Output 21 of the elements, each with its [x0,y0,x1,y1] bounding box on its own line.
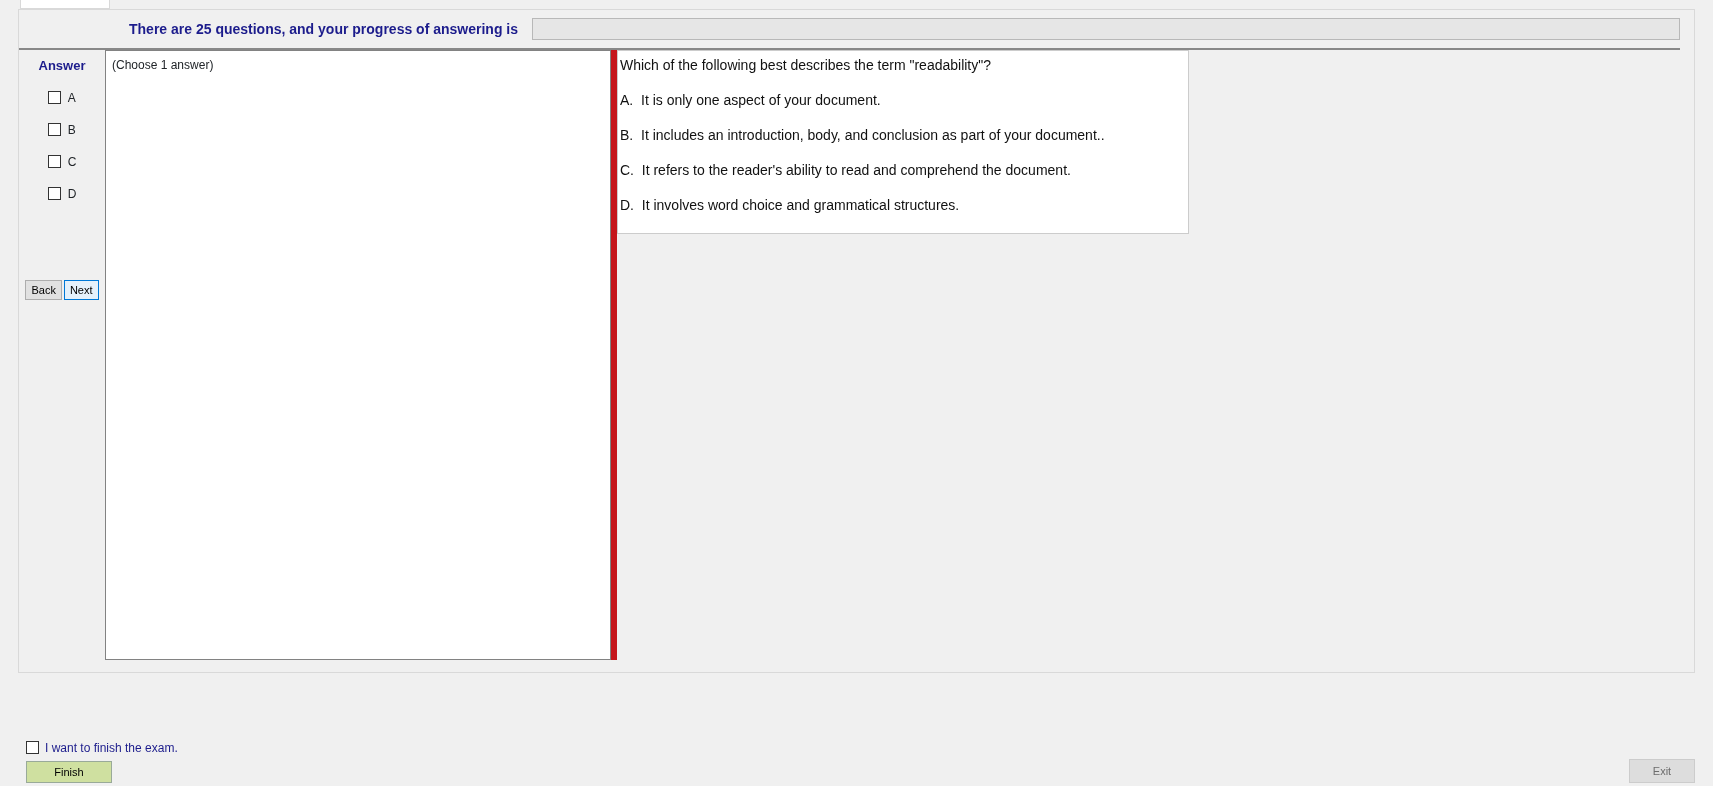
nav-button[interactable]: Next [63,279,99,300]
choice-text: A. It is only one aspect of your document. [620,91,882,110]
answer-checkbox[interactable] [47,91,61,104]
answer-text-box[interactable]: (Choose 1 answer) [105,50,611,660]
nav-button[interactable]: Back [25,279,62,300]
option-label: C [67,153,77,171]
answer-checkbox[interactable] [47,123,61,136]
finish-label: I want to finish the exam. [45,739,178,757]
option-label: D [67,185,77,203]
choice-text: B. It includes an introduction, body, and conclusion as part of your document.. [620,126,1106,145]
progress-label: There are 25 questions, and your progress of answering is [129,19,518,39]
finish-checkbox[interactable] [26,741,39,754]
choice-text: D. It involves word choice and grammatical structures. [620,196,961,215]
choice-text: C. It refers to the reader's ability to read and comprehend the document. [620,161,1072,180]
finish-button[interactable]: Finish [26,760,112,783]
answer-checkbox[interactable] [47,187,61,200]
question-text: Which of the following best describes the term "readability"? [620,56,992,75]
option-label: A [67,89,76,107]
answer-title: Answer [38,57,86,75]
option-label: B [67,121,76,139]
answer-checkbox[interactable] [47,155,61,168]
